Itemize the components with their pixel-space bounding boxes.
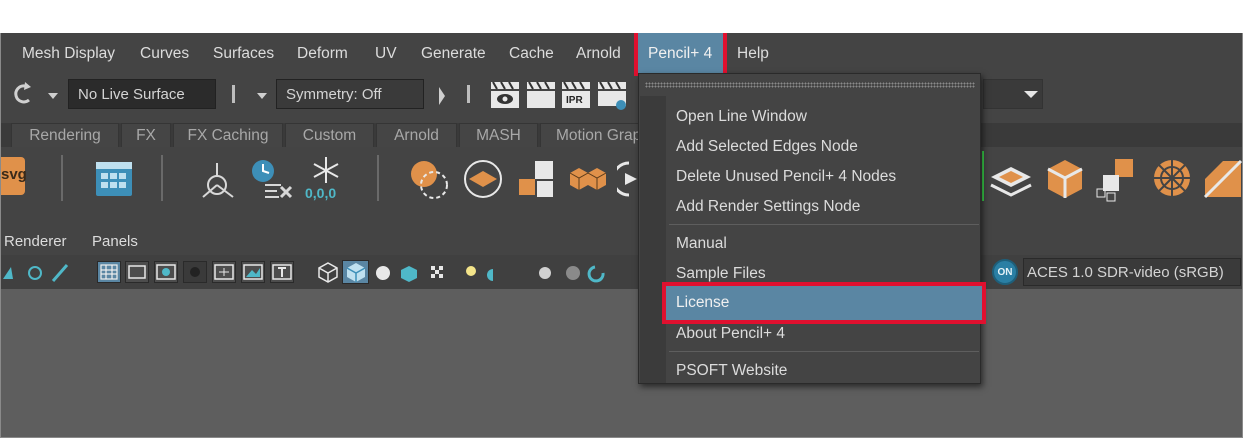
menu-cache[interactable]: Cache	[509, 45, 554, 63]
symmetry-field[interactable]: Symmetry: Off	[276, 79, 424, 109]
menu-pencil-plus-4-label: Pencil+ 4	[648, 45, 713, 62]
menu-help[interactable]: Help	[737, 45, 769, 63]
menu-item-manual[interactable]: Manual	[667, 229, 980, 259]
plane-stack-icon[interactable]	[987, 157, 1037, 201]
field-chart-button[interactable]	[212, 261, 236, 283]
window-grid-icon[interactable]	[95, 161, 133, 197]
grid-icon	[100, 264, 118, 280]
menu-arnold[interactable]: Arnold	[576, 45, 621, 63]
pencil-plus-4-menu: Open Line Window Add Selected Edges Node…	[638, 73, 981, 384]
smooth-shade-button[interactable]	[342, 260, 369, 284]
shelf-separator	[377, 155, 379, 201]
menu-curves[interactable]: Curves	[140, 45, 189, 63]
svg-export-icon[interactable]: svg	[1, 157, 27, 195]
freeze-coords-label: 0,0,0	[305, 185, 337, 201]
grid-cluster-icon[interactable]	[1095, 157, 1141, 203]
diagonal-cube-icon[interactable]	[1203, 157, 1242, 201]
menu-divider	[669, 224, 979, 225]
cubes-icon[interactable]	[567, 159, 609, 199]
disc-plane-icon[interactable]	[463, 159, 503, 199]
renderer-dropdown[interactable]	[983, 79, 1043, 109]
safe-action-button[interactable]	[241, 261, 265, 283]
menu-item-license[interactable]: License	[662, 282, 986, 324]
render-view-icon[interactable]	[490, 81, 520, 109]
sphere-grid-icon[interactable]	[1151, 157, 1193, 199]
display-mode-icons[interactable]	[373, 263, 493, 285]
menu-item-psoft-website[interactable]: PSOFT Website	[667, 356, 980, 386]
image-plane-icon	[243, 264, 263, 280]
safe-title-button[interactable]	[270, 261, 294, 283]
orange-cube-icon[interactable]	[1045, 157, 1085, 201]
tab-fx[interactable]: FX	[121, 123, 171, 147]
magnet-snap-icon[interactable]	[9, 82, 39, 108]
menu-surfaces[interactable]: Surfaces	[213, 45, 274, 63]
chevron-down-icon[interactable]	[257, 93, 267, 99]
color-management-toggle[interactable]: ON	[992, 259, 1018, 285]
resolution-gate-button[interactable]	[154, 261, 178, 283]
shadow-tools-icon[interactable]	[535, 263, 615, 285]
menu-item-add-selected-edges-node[interactable]: Add Selected Edges Node	[667, 132, 980, 162]
menu-uv[interactable]: UV	[375, 45, 397, 63]
render-frame-icon[interactable]	[526, 81, 556, 109]
ipr-label: IPR	[566, 95, 583, 106]
menu-item-delete-unused-nodes[interactable]: Delete Unused Pencil+ 4 Nodes	[667, 162, 980, 192]
live-surface-field[interactable]: No Live Surface	[68, 79, 216, 109]
shelf: svg 0,0,0	[1, 147, 1242, 215]
field-chart-icon	[214, 264, 234, 280]
grid-toggle-button[interactable]	[97, 261, 121, 283]
title-area	[0, 0, 1243, 33]
menu-item-open-line-window[interactable]: Open Line Window	[667, 102, 980, 132]
menu-generate[interactable]: Generate	[421, 45, 486, 63]
gate-mask-button[interactable]	[183, 261, 207, 283]
tab-custom[interactable]: Custom	[285, 123, 374, 147]
split-squares-icon[interactable]	[517, 159, 557, 199]
tear-off-handle[interactable]	[645, 82, 975, 88]
separator-handle-icon	[232, 85, 235, 103]
clock-delete-icon[interactable]	[249, 157, 293, 201]
tab-mash[interactable]: MASH	[459, 123, 538, 147]
chevron-down-icon	[1024, 91, 1038, 98]
view-transform-field[interactable]: ACES 1.0 SDR-video (sRGB)	[1023, 258, 1241, 286]
tab-arnold[interactable]: Arnold	[376, 123, 457, 147]
shelf-tabs: Rendering FX FX Caching Custom Arnold MA…	[1, 123, 1242, 147]
light-pivot-icon[interactable]	[199, 159, 239, 203]
pencil-line-icon[interactable]	[409, 159, 451, 203]
menu-divider	[669, 351, 979, 352]
separator-handle-icon	[467, 85, 470, 103]
render-settings-icon[interactable]	[597, 81, 631, 111]
menu-item-license-label: License	[676, 294, 730, 311]
shelf-separator	[61, 155, 63, 201]
resolution-gate-icon	[156, 264, 176, 280]
panel-menubar: Renderer Panels	[1, 229, 1242, 253]
menu-icon-strip	[640, 96, 666, 383]
gate-mask-icon	[190, 267, 200, 277]
shelf-separator	[161, 155, 163, 201]
menu-item-add-render-settings-node[interactable]: Add Render Settings Node	[667, 192, 980, 222]
chevron-down-icon[interactable]	[48, 93, 58, 99]
select-tools-icon[interactable]	[1, 261, 81, 285]
panel-menu-renderer[interactable]: Renderer	[4, 233, 67, 250]
main-menubar: Mesh Display Curves Surfaces Deform UV G…	[1, 33, 1242, 79]
wireframe-cube-icon[interactable]	[316, 261, 340, 283]
svg-export-label: svg	[1, 166, 27, 183]
shaded-cube-icon	[346, 263, 366, 282]
status-line: No Live Surface Symmetry: Off IPR	[1, 76, 1242, 114]
panel-menu-panels[interactable]: Panels	[92, 233, 138, 250]
tab-fx-caching[interactable]: FX Caching	[173, 123, 283, 147]
film-gate-button[interactable]	[125, 261, 149, 283]
shelf-drop-marker	[982, 151, 984, 201]
maya-window: Mesh Display Curves Surfaces Deform UV G…	[1, 33, 1242, 437]
film-gate-icon	[128, 265, 146, 279]
menu-deform[interactable]: Deform	[297, 45, 348, 63]
menu-mesh-display[interactable]: Mesh Display	[22, 45, 115, 63]
panel-toolbar: ON ACES 1.0 SDR-video (sRGB)	[1, 255, 1242, 289]
collapse-arrow-icon[interactable]	[437, 85, 447, 107]
tab-rendering[interactable]: Rendering	[11, 123, 119, 147]
viewport[interactable]	[1, 289, 1242, 437]
safe-title-icon	[272, 264, 292, 280]
